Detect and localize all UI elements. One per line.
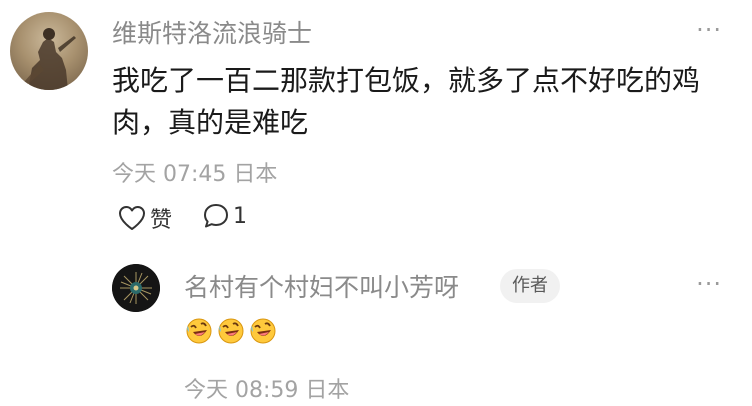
like-label: 赞: [150, 208, 173, 233]
comment-timestamp: 今天 07:45 日本: [112, 162, 278, 187]
heart-icon: [118, 205, 146, 231]
commenter-username[interactable]: 维斯特洛流浪骑士: [112, 14, 312, 50]
like-button[interactable]: 赞: [118, 202, 172, 234]
author-badge: 作者: [500, 269, 560, 303]
reply-timestamp: 今天 08:59 日本: [184, 378, 350, 403]
reply-button[interactable]: 1: [202, 202, 247, 230]
reply-more-icon[interactable]: ···: [696, 270, 722, 298]
rolling-laugh-emoji-icon: [216, 316, 246, 350]
comment-text: 我吃了一百二那款打包饭，就多了点不好吃的鸡肉，真的是难吃: [112, 64, 701, 139]
knight-figure-icon: [24, 28, 76, 90]
rolling-laugh-emoji-icon: [248, 316, 278, 350]
reply-author-username[interactable]: 名村有个村妇不叫小芳呀: [184, 268, 459, 304]
reply-author-avatar[interactable]: [112, 264, 160, 312]
commenter-avatar[interactable]: [10, 12, 88, 90]
comment-bubble-icon: [202, 202, 230, 230]
rolling-laugh-emoji-icon: [184, 316, 214, 350]
starburst-icon: [112, 264, 160, 312]
reply-count: 1: [233, 203, 247, 229]
reply-emoji-row: [184, 316, 278, 350]
comment-more-icon[interactable]: ···: [696, 16, 722, 44]
